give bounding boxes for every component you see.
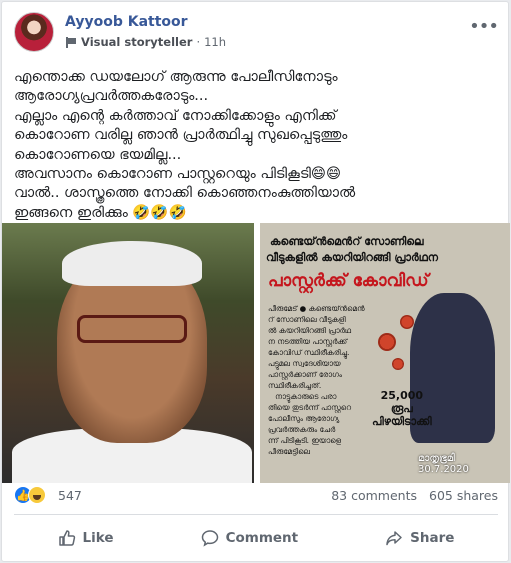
photo-hair: [62, 241, 202, 286]
newspaper-name: മാതൃഭൂമി: [418, 453, 455, 464]
comment-label: Comment: [225, 530, 299, 546]
reaction-count[interactable]: 547: [58, 488, 82, 503]
man-photo: [2, 223, 254, 483]
clipping-fine-box: 25,000 രൂപ പിഴയിടാക്കി: [372, 389, 432, 428]
virus-icon: [392, 358, 404, 370]
author-avatar[interactable]: [14, 12, 54, 52]
fine-amount: 25,000: [380, 389, 424, 402]
photo-glasses: [77, 315, 187, 343]
share-icon: [386, 531, 402, 546]
author-name[interactable]: Ayyoob Kattoor: [65, 14, 188, 30]
post-card: Ayyoob Kattoor Visual storyteller · 11h …: [1, 1, 510, 562]
actions-divider: [14, 514, 498, 515]
comment-button[interactable]: Comment: [187, 523, 313, 553]
post-text-line: വാൽ.. ശാസ്ത്രത്തെ നോക്കി കൊഞ്ഞനംകുത്തിയാ…: [14, 185, 356, 202]
clipping-kicker-1: കണ്ടെയ്ൻമെൻറ് സോണിലെ: [270, 235, 424, 248]
share-button[interactable]: Share: [371, 523, 468, 553]
post-meta: Visual storyteller · 11h: [65, 35, 226, 49]
fine-line-2: പിഴയിടാക്കി: [372, 415, 432, 428]
shares-count[interactable]: 605 shares: [429, 488, 498, 503]
newspaper-clipping: കണ്ടെയ്ൻമെൻറ് സോണിലെ വീടുകളിൽ കയറിയിറങ്ങ…: [260, 223, 510, 483]
post-text-line: ഇങ്ങനെ ഇരിക്കും 🤣🤣🤣: [14, 204, 187, 221]
post-actions: Like Comment Share: [14, 516, 498, 560]
virus-icon: [400, 315, 414, 329]
fine-line-1: രൂപ: [390, 402, 413, 415]
author-badge: Visual storyteller: [81, 35, 193, 49]
clipping-body: പീരുമേട് ● കണ്ടെയ്ൻമെൻ റ് സോണിലെ വീടുകളി…: [268, 304, 365, 456]
post-text-line: ആരോഗ്യപ്രവർത്തകരോടും...: [14, 88, 209, 105]
engagement-counts: 83 comments 605 shares: [323, 488, 498, 503]
like-button[interactable]: Like: [44, 523, 128, 553]
post-timestamp[interactable]: 11h: [204, 35, 226, 49]
thumbs-up-icon: [58, 530, 75, 546]
like-label: Like: [82, 530, 114, 546]
post-text-line: അവസാനം കൊറോണ പാസ്റ്ററെയും പിടികൂടി😄😄: [14, 166, 342, 183]
more-options-icon[interactable]: •••: [469, 16, 499, 37]
post-text-line: കൊറോണ വരില്ല ഞാൻ പ്രാർത്ഥിച്ചു സുഖപ്പെടു…: [14, 127, 348, 144]
comments-count[interactable]: 83 comments: [331, 488, 417, 503]
haha-reaction-icon: [28, 486, 46, 504]
reaction-icons[interactable]: 👍: [14, 486, 46, 504]
meta-separator: ·: [196, 35, 201, 49]
reactions-bar: 👍 547 83 comments 605 shares: [14, 486, 498, 508]
share-label: Share: [410, 530, 455, 546]
clipping-date: 30.7.2020: [418, 464, 469, 475]
post-image[interactable]: കണ്ടെയ്ൻമെൻറ് സോണിലെ വീടുകളിൽ കയറിയിറങ്ങ…: [2, 223, 510, 483]
clipping-source: മാതൃഭൂമി 30.7.2020: [418, 453, 469, 475]
post-text-line: കൊറോണയെ ഭയമില്ല...: [14, 146, 182, 163]
comment-icon: [201, 530, 218, 547]
post-header: Ayyoob Kattoor Visual storyteller · 11h …: [14, 12, 499, 56]
post-text: എന്തൊക്ക ഡയലോഗ് ആരുന്നു പോലീസിനോടും ആരോഗ…: [14, 68, 494, 223]
virus-icon: [378, 333, 396, 351]
post-text-line: എന്തൊക്ക ഡയലോഗ് ആരുന്നു പോലീസിനോടും: [14, 69, 338, 85]
clipping-kicker-2: വീടുകളിൽ കയറിയിറങ്ങി പ്രാർഥന: [266, 251, 438, 264]
clipping-headline: പാസ്റ്റർക്ക് കോവിഡ്: [268, 271, 429, 291]
post-text-line: എല്ലാം എന്റെ കർത്താവ് നോക്കിക്കോളും എനിക…: [14, 107, 337, 124]
flag-icon: [65, 36, 77, 48]
